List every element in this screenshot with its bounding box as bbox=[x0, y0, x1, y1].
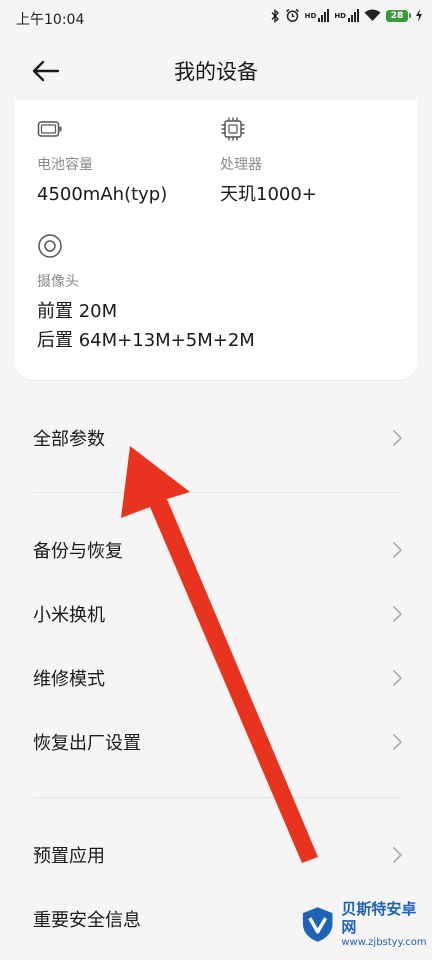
section-divider bbox=[33, 797, 400, 798]
menu-item-preinstalled-apps[interactable]: 预置应用 bbox=[0, 827, 432, 883]
menu-item-all-params[interactable]: 全部参数 bbox=[0, 410, 432, 466]
menu-item-label: 备份与恢复 bbox=[33, 541, 123, 562]
spec-camera: 摄像头 前置 20M 后置 64M+13M+5M+2M bbox=[37, 233, 255, 355]
battery-icon: 28 bbox=[386, 9, 411, 22]
section-divider bbox=[33, 492, 400, 493]
signal-icon-2 bbox=[348, 9, 359, 22]
spec-camera-rear: 后置 64M+13M+5M+2M bbox=[37, 330, 255, 351]
spec-camera-front: 前置 20M bbox=[37, 301, 118, 322]
watermark-logo-icon bbox=[302, 907, 333, 942]
menu-item-mi-mover[interactable]: 小米换机 bbox=[0, 586, 432, 642]
menu-item-label: 预置应用 bbox=[33, 846, 105, 867]
battery-level: 28 bbox=[386, 9, 408, 22]
watermark-title: 贝斯特安卓网 bbox=[341, 899, 417, 936]
device-spec-card: 电池容量 4500mAh(typ) 处理器 天玑1000+ 摄像头 前置 20M… bbox=[15, 100, 417, 380]
header: 我的设备 bbox=[0, 36, 432, 106]
watermark-url: www.zjbstyy.com bbox=[341, 936, 427, 948]
network-type-2: HD bbox=[334, 11, 346, 20]
menu-item-label: 小米换机 bbox=[33, 605, 105, 626]
charging-icon bbox=[416, 9, 422, 22]
spec-battery-value: 4500mAh(typ) bbox=[37, 184, 168, 205]
spec-battery: 电池容量 4500mAh(typ) bbox=[37, 116, 167, 209]
bluetooth-icon bbox=[271, 8, 279, 23]
spec-camera-label: 摄像头 bbox=[37, 274, 79, 290]
watermark: 贝斯特安卓网 www.zjbstyy.com bbox=[298, 894, 430, 954]
status-time: 上午10:04 bbox=[16, 12, 85, 28]
chevron-right-icon bbox=[393, 606, 402, 622]
chevron-right-icon bbox=[393, 847, 402, 863]
spec-processor: 处理器 天玑1000+ bbox=[220, 116, 317, 209]
spec-camera-value: 前置 20M 后置 64M+13M+5M+2M bbox=[37, 297, 255, 355]
menu-item-label: 重要安全信息 bbox=[33, 910, 141, 931]
chevron-right-icon bbox=[393, 430, 402, 446]
chevron-right-icon bbox=[393, 542, 402, 558]
menu-item-backup-restore[interactable]: 备份与恢复 bbox=[0, 522, 432, 578]
network-type-1: HD bbox=[304, 11, 317, 20]
chevron-right-icon bbox=[393, 734, 402, 750]
menu-item-label: 全部参数 bbox=[33, 429, 105, 450]
menu-item-factory-reset[interactable]: 恢复出厂设置 bbox=[0, 714, 432, 770]
menu-item-repair-mode[interactable]: 维修模式 bbox=[0, 650, 432, 706]
spec-battery-label: 电池容量 bbox=[37, 157, 93, 173]
battery-outline-icon bbox=[37, 121, 62, 137]
spec-processor-value: 天玑1000+ bbox=[220, 184, 317, 205]
menu-item-label: 维修模式 bbox=[33, 669, 105, 690]
signal-icon-1 bbox=[318, 9, 330, 22]
camera-lens-icon bbox=[38, 234, 62, 258]
alarm-icon bbox=[285, 8, 299, 22]
spec-processor-label: 处理器 bbox=[220, 157, 262, 173]
status-bar: 上午10:04 HD HD 28 bbox=[0, 0, 432, 36]
page-title: 我的设备 bbox=[174, 60, 258, 84]
status-icons: HD HD 28 bbox=[270, 8, 422, 23]
chip-icon bbox=[221, 117, 245, 141]
wifi-icon bbox=[364, 9, 381, 21]
chevron-right-icon bbox=[393, 670, 402, 686]
menu-item-label: 恢复出厂设置 bbox=[33, 733, 141, 754]
